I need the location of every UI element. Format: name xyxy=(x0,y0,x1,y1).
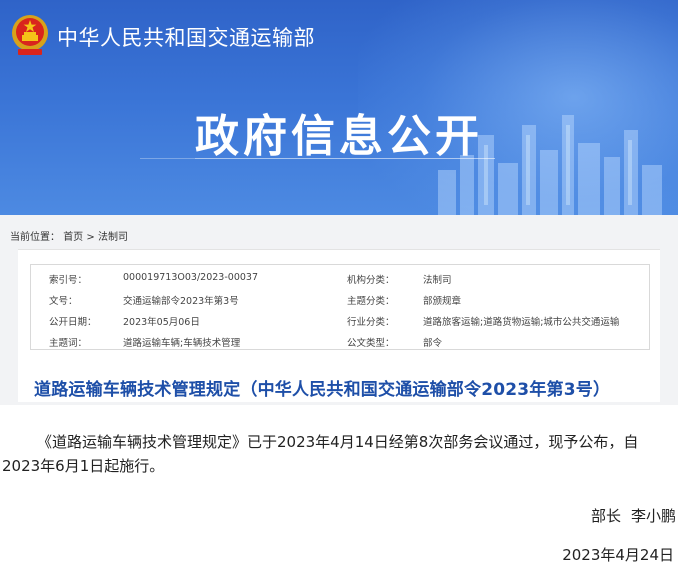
content-panel: 当前位置： 首页 > 法制司 索引号： 000019713O03/2023-00… xyxy=(0,215,678,405)
signer-name: 李小鹏 xyxy=(630,507,676,525)
signer-title: 部长 xyxy=(590,507,621,525)
document-date: 2023年4月24日 xyxy=(562,546,674,564)
metadata-row: 文号： 交通运输部令2023年第3号 主题分类： 部颁规章 xyxy=(31,288,649,309)
meta-label-index: 索引号： xyxy=(49,275,88,286)
document-body: 《道路运输车辆技术管理规定》已于2023年4月14日经第8次部务会议通过，现予公… xyxy=(0,430,672,478)
signature: 部长 李小鹏 xyxy=(581,505,676,526)
meta-value-docno: 交通运输部令2023年第3号 xyxy=(123,296,239,307)
meta-label-industry: 行业分类： xyxy=(347,317,395,328)
breadcrumb-separator: > xyxy=(86,232,95,243)
meta-label-docno: 文号： xyxy=(49,296,78,307)
section-title: 政府信息公开 xyxy=(195,111,483,162)
header-banner: 中华人民共和国交通运输部 政府信息公开 xyxy=(0,0,678,215)
document-paragraph: 《道路运输车辆技术管理规定》已于2023年4月14日经第8次部务会议通过，现予公… xyxy=(2,433,639,475)
meta-value-doctype: 部令 xyxy=(423,338,443,349)
meta-value-index: 000019713O03/2023-00037 xyxy=(123,272,258,283)
meta-label-doctype: 公文类型： xyxy=(347,338,395,349)
meta-value-pubdate: 2023年05月06日 xyxy=(123,317,200,328)
metadata-row: 公开日期： 2023年05月06日 行业分类： 道路旅客运输;道路货物运输;城市… xyxy=(31,309,649,330)
meta-value-agency: 法制司 xyxy=(423,275,452,286)
meta-value-topic: 部颁规章 xyxy=(423,296,462,307)
breadcrumb: 当前位置： 首页 > 法制司 xyxy=(10,228,128,243)
meta-label-keywords: 主题词： xyxy=(49,338,88,349)
meta-label-pubdate: 公开日期： xyxy=(49,317,97,328)
title-underline-left xyxy=(140,158,195,159)
national-emblem-icon xyxy=(12,15,48,55)
metadata-row: 索引号： 000019713O03/2023-00037 机构分类： 法制司 xyxy=(31,267,649,288)
meta-label-topic: 主题分类： xyxy=(347,296,395,307)
meta-value-industry: 道路旅客运输;道路货物运输;城市公共交通运输 xyxy=(423,317,620,328)
breadcrumb-current-link[interactable]: 法制司 xyxy=(98,228,128,243)
breadcrumb-label: 当前位置： xyxy=(10,232,60,243)
document-info-box: 索引号： 000019713O03/2023-00037 机构分类： 法制司 文… xyxy=(18,249,660,402)
meta-value-keywords: 道路运输车辆;车辆技术管理 xyxy=(123,338,241,349)
breadcrumb-home-link[interactable]: 首页 xyxy=(63,228,83,243)
document-title: 道路运输车辆技术管理规定（中华人民共和国交通运输部令2023年第3号） xyxy=(34,380,611,400)
meta-label-agency: 机构分类： xyxy=(347,275,395,286)
metadata-row: 主题词： 道路运输车辆;车辆技术管理 公文类型： 部令 xyxy=(31,330,649,351)
metadata-table: 索引号： 000019713O03/2023-00037 机构分类： 法制司 文… xyxy=(30,264,650,350)
title-underline xyxy=(195,158,495,159)
ministry-name[interactable]: 中华人民共和国交通运输部 xyxy=(57,22,315,52)
